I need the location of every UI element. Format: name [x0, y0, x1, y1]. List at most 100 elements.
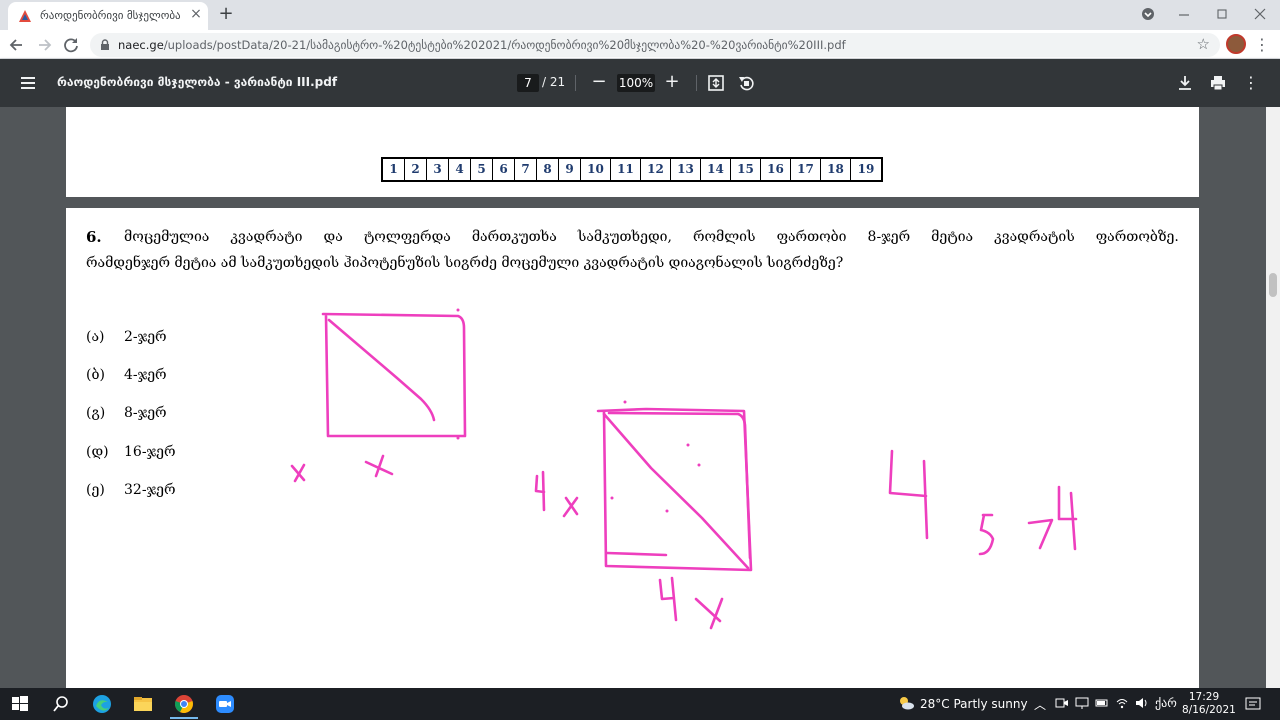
- kebab-menu-icon[interactable]: ⋮: [1254, 34, 1270, 56]
- page-link[interactable]: 3: [427, 159, 449, 180]
- weather-widget[interactable]: 28°C Partly sunny: [898, 695, 1028, 711]
- question-word: ფართობზე.: [1095, 229, 1179, 245]
- question-word: კვადრატის: [994, 229, 1075, 245]
- option-text: 16-ჯერ: [124, 444, 176, 460]
- answer-option: (ბ) 4-ჯერ: [86, 367, 167, 383]
- hamburger-menu-icon[interactable]: [19, 74, 37, 92]
- new-tab-button[interactable]: +: [216, 4, 236, 24]
- zoom-app-icon[interactable]: [214, 693, 236, 715]
- url-text[interactable]: naec.ge/uploads/postData/20-21/სამაგისტრ…: [118, 38, 846, 52]
- volume-icon[interactable]: [1135, 696, 1149, 710]
- annotation-strokes: [290, 312, 1078, 630]
- page-number-input[interactable]: 7: [517, 74, 539, 92]
- zoom-out-button[interactable]: −: [589, 71, 609, 93]
- profile-avatar[interactable]: [1226, 34, 1246, 54]
- forward-icon[interactable]: [33, 34, 55, 56]
- tab-close-icon[interactable]: ×: [188, 6, 204, 22]
- file-explorer-icon[interactable]: [132, 693, 154, 715]
- page-link[interactable]: 1: [383, 159, 405, 180]
- rotate-icon[interactable]: [737, 74, 755, 92]
- pdf-title: რაოდენობრივი მსჯელობა - ვარიანტი III.pdf: [57, 75, 338, 89]
- big-square-side: [605, 551, 668, 557]
- pdf-toolbar: რაოდენობრივი მსჯელობა - ვარიანტი III.pdf…: [0, 59, 1280, 107]
- wifi-icon[interactable]: [1115, 696, 1129, 710]
- maximize-icon[interactable]: [1212, 4, 1232, 24]
- clock-time: 17:29: [1188, 691, 1220, 703]
- question-word: სამკუთხედი,: [577, 229, 672, 245]
- tab-title: რაოდენობრივი მსჯელობა -: [40, 9, 180, 22]
- network-icon[interactable]: [1075, 696, 1089, 710]
- page-link[interactable]: 19: [851, 159, 881, 180]
- weather-text: 28°C Partly sunny: [920, 697, 1028, 711]
- system-clock[interactable]: 17:29 8/16/2021: [1182, 691, 1236, 717]
- browser-toolbar: naec.ge/uploads/postData/20-21/სამაგისტრ…: [0, 30, 1280, 59]
- page-link[interactable]: 5: [471, 159, 493, 180]
- option-label: (ბ): [86, 367, 105, 383]
- annotation-dots: [456, 308, 701, 513]
- notification-icon[interactable]: [1245, 696, 1261, 712]
- browser-tab[interactable]: რაოდენობრივი მსჯელობა - ×: [8, 2, 208, 30]
- chrome-icon[interactable]: [173, 693, 195, 715]
- battery-icon[interactable]: [1095, 696, 1109, 710]
- toolbar-divider: [575, 75, 576, 91]
- answer-option: (ე) 32-ჯერ: [86, 482, 176, 498]
- page-link[interactable]: 6: [493, 159, 515, 180]
- page-link[interactable]: 4: [449, 159, 471, 180]
- big-square-sketch: [596, 407, 753, 572]
- page-link[interactable]: 10: [581, 159, 611, 180]
- zoom-in-button[interactable]: +: [662, 71, 682, 93]
- naec-favicon-icon: [19, 10, 31, 22]
- lock-icon[interactable]: [98, 38, 112, 52]
- address-bar[interactable]: naec.ge/uploads/postData/20-21/სამაგისტრ…: [90, 33, 1220, 57]
- close-window-icon[interactable]: [1250, 4, 1270, 24]
- page-link[interactable]: 7: [515, 159, 537, 180]
- pdf-viewer[interactable]: 1 2 3 4 5 6 7 8 9 10 11 12 13 14 15 16 17 18 19 6. მოცემულ…: [0, 107, 1266, 688]
- answer-4-sketch: [888, 449, 929, 540]
- page-link[interactable]: 11: [611, 159, 641, 180]
- vertical-scrollbar[interactable]: [1266, 107, 1280, 688]
- page-link[interactable]: 2: [405, 159, 427, 180]
- page-link[interactable]: 13: [671, 159, 701, 180]
- input-language[interactable]: ქარ: [1155, 696, 1177, 710]
- fit-page-icon[interactable]: [707, 74, 725, 92]
- search-icon[interactable]: [50, 693, 72, 715]
- answer-option: (გ) 8-ჯერ: [86, 405, 167, 421]
- windows-start-icon[interactable]: [9, 693, 31, 715]
- more-actions-icon[interactable]: ⋮: [1242, 74, 1260, 92]
- download-icon[interactable]: [1176, 74, 1194, 92]
- page-link[interactable]: 16: [761, 159, 791, 180]
- pdf-page-current: 6. მოცემულია კვადრატი და ტოლფერდა მართკუთხა ს…: [66, 208, 1199, 688]
- zoom-level-input[interactable]: 100%: [617, 74, 655, 92]
- url-host: naec.ge: [118, 38, 164, 52]
- page-link[interactable]: 9: [559, 159, 581, 180]
- minimize-icon[interactable]: [1174, 4, 1194, 24]
- question-word: ტოლფერდა: [363, 229, 451, 245]
- meet-now-icon[interactable]: [1055, 696, 1069, 710]
- answer-option: (ა) 2-ჯერ: [86, 329, 167, 345]
- page-link[interactable]: 18: [821, 159, 851, 180]
- page-link[interactable]: 12: [641, 159, 671, 180]
- url-path: /uploads/postData/20-21/სამაგისტრო-%20ტე…: [163, 38, 846, 52]
- reload-icon[interactable]: [60, 34, 82, 56]
- chevron-up-icon[interactable]: ︿: [1034, 696, 1046, 713]
- question-word: ფართობი: [776, 229, 847, 245]
- option-label: (გ): [86, 405, 106, 421]
- tab-search-icon[interactable]: [1138, 4, 1158, 24]
- square-diagonal-sketch: [327, 318, 436, 422]
- clock-date: 8/16/2021: [1182, 704, 1236, 716]
- page-link[interactable]: 15: [731, 159, 761, 180]
- page-link[interactable]: 17: [791, 159, 821, 180]
- big-square-inner: [607, 411, 752, 560]
- back-icon[interactable]: [6, 34, 28, 56]
- taskbar: 28°C Partly sunny ︿ ქარ 17:29 8/16/2021: [0, 688, 1280, 720]
- question-word: მეტია: [931, 229, 974, 245]
- print-icon[interactable]: [1209, 74, 1227, 92]
- page-link[interactable]: 8: [537, 159, 559, 180]
- answer-7-sketch: [1027, 518, 1054, 550]
- page-link[interactable]: 14: [701, 159, 731, 180]
- star-icon[interactable]: ☆: [1197, 35, 1210, 53]
- edge-icon[interactable]: [91, 693, 113, 715]
- scrollbar-thumb[interactable]: [1269, 273, 1277, 297]
- page-total: / 21: [542, 75, 566, 89]
- question-word: რომლის: [692, 229, 756, 245]
